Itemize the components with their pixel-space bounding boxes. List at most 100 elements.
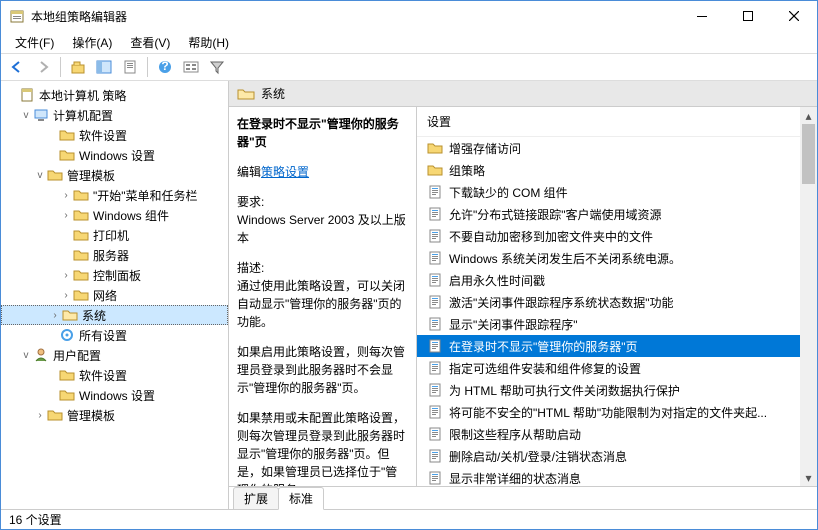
tree-item[interactable]: 软件设置 (1, 365, 228, 385)
scroll-thumb[interactable] (802, 124, 815, 184)
tree-computer-config[interactable]: v 计算机配置 (1, 105, 228, 125)
settings-list-column: 设置 增强存储访问组策略下载缺少的 COM 组件允许"分布式链接跟踪"客户端使用… (417, 107, 817, 486)
list-row[interactable]: 不要自动加密移到加密文件夹中的文件 (417, 225, 817, 247)
list-item-label: 不要自动加密移到加密文件夹中的文件 (449, 228, 653, 245)
setting-icon (427, 338, 443, 354)
list-item-label: 将可能不安全的"HTML 帮助"功能限制为对指定的文件夹起... (449, 404, 767, 421)
close-button[interactable] (771, 1, 817, 31)
list-item-label: 限制这些程序从帮助启动 (449, 426, 581, 443)
tab-standard[interactable]: 标准 (278, 487, 324, 510)
properties-button[interactable] (118, 55, 142, 79)
vertical-scrollbar[interactable]: ▴ ▾ (800, 107, 817, 486)
list-row[interactable]: 启用永久性时间戳 (417, 269, 817, 291)
tree-collapse-icon[interactable]: v (33, 170, 47, 181)
tree-label: Windows 设置 (79, 147, 155, 164)
list-row[interactable]: Windows 系统关闭发生后不关闭系统电源。 (417, 247, 817, 269)
tree-collapse-icon[interactable]: v (19, 110, 33, 121)
scroll-up-icon[interactable]: ▴ (800, 107, 817, 124)
minimize-button[interactable] (679, 1, 725, 31)
list-row[interactable]: 组策略 (417, 159, 817, 181)
menu-action[interactable]: 操作(A) (64, 32, 120, 53)
list-item-label: 删除启动/关机/登录/注销状态消息 (449, 448, 627, 465)
desc-text: 如果禁用或未配置此策略设置，则每次管理员登录到此服务器时显示"管理你的服务器"页… (237, 409, 408, 486)
menu-view[interactable]: 查看(V) (122, 32, 178, 53)
tree-label: 计算机配置 (53, 107, 113, 124)
tree-item[interactable]: 打印机 (1, 225, 228, 245)
folder-icon (73, 267, 89, 283)
tree-expand-icon[interactable]: › (59, 290, 73, 301)
settings-list[interactable]: 增强存储访问组策略下载缺少的 COM 组件允许"分布式链接跟踪"客户端使用域资源… (417, 137, 817, 486)
options-button[interactable] (179, 55, 203, 79)
list-item-label: Windows 系统关闭发生后不关闭系统电源。 (449, 250, 681, 267)
menu-file[interactable]: 文件(F) (7, 32, 62, 53)
scroll-down-icon[interactable]: ▾ (800, 469, 817, 486)
computer-icon (33, 107, 49, 123)
user-icon (33, 347, 49, 363)
tree-item[interactable]: Windows 设置 (1, 385, 228, 405)
tree-system[interactable]: › 系统 (1, 305, 228, 325)
settings-icon (59, 327, 75, 343)
tree-item[interactable]: ›网络 (1, 285, 228, 305)
tree-item[interactable]: 服务器 (1, 245, 228, 265)
content-header: 系统 (229, 81, 817, 107)
folder-icon (73, 187, 89, 203)
back-button[interactable] (5, 55, 29, 79)
tab-extended[interactable]: 扩展 (233, 487, 279, 510)
edit-link-row: 编辑策略设置 (237, 163, 408, 181)
forward-button[interactable] (31, 55, 55, 79)
toolbar-separator (60, 57, 61, 77)
tree-item[interactable]: ›"开始"菜单和任务栏 (1, 185, 228, 205)
tree-label: Windows 组件 (93, 207, 169, 224)
maximize-button[interactable] (725, 1, 771, 31)
tree-expand-icon[interactable]: › (59, 190, 73, 201)
menu-help[interactable]: 帮助(H) (180, 32, 237, 53)
list-row[interactable]: 激活"关闭事件跟踪程序系统状态数据"功能 (417, 291, 817, 313)
list-row[interactable]: 允许"分布式链接跟踪"客户端使用域资源 (417, 203, 817, 225)
folder-icon (73, 247, 89, 263)
tree-pane[interactable]: 本地计算机 策略 v 计算机配置 软件设置 Windows 设置 v 管理模板 … (1, 81, 229, 509)
tree-item[interactable]: ›控制面板 (1, 265, 228, 285)
tree-item[interactable]: › 管理模板 (1, 405, 228, 425)
list-row[interactable]: 下载缺少的 COM 组件 (417, 181, 817, 203)
folder-icon (47, 167, 63, 183)
list-row[interactable]: 显示"关闭事件跟踪程序" (417, 313, 817, 335)
tree-item[interactable]: › Windows 组件 (1, 205, 228, 225)
folder-icon (47, 407, 63, 423)
list-item-label: 为 HTML 帮助可执行文件关闭数据执行保护 (449, 382, 680, 399)
list-row[interactable]: 增强存储访问 (417, 137, 817, 159)
list-row[interactable]: 显示非常详细的状态消息 (417, 467, 817, 486)
tree-root[interactable]: 本地计算机 策略 (1, 85, 228, 105)
list-row[interactable]: 在登录时不显示"管理你的服务器"页 (417, 335, 817, 357)
tree-expand-icon[interactable]: › (59, 210, 73, 221)
help-button[interactable]: ? (153, 55, 177, 79)
up-button[interactable] (66, 55, 90, 79)
folder-open-icon (62, 307, 78, 323)
tree-label: 服务器 (93, 247, 129, 264)
tree-user-config[interactable]: v 用户配置 (1, 345, 228, 365)
tree-item[interactable]: 软件设置 (1, 125, 228, 145)
setting-icon (427, 294, 443, 310)
scroll-track[interactable] (800, 124, 817, 469)
tree-admin-templates[interactable]: v 管理模板 (1, 165, 228, 185)
setting-icon (427, 206, 443, 222)
list-row[interactable]: 为 HTML 帮助可执行文件关闭数据执行保护 (417, 379, 817, 401)
tree-collapse-icon[interactable]: v (19, 350, 33, 361)
folder-icon (73, 207, 89, 223)
list-item-label: 显示"关闭事件跟踪程序" (449, 316, 578, 333)
folder-icon (59, 147, 75, 163)
list-row[interactable]: 删除启动/关机/登录/注销状态消息 (417, 445, 817, 467)
tree-expand-icon[interactable]: › (33, 410, 47, 421)
tree-label: 打印机 (93, 227, 129, 244)
tree-expand-icon[interactable]: › (59, 270, 73, 281)
tree-expand-icon[interactable]: › (48, 310, 62, 321)
list-row[interactable]: 指定可选组件安装和组件修复的设置 (417, 357, 817, 379)
tree-item[interactable]: Windows 设置 (1, 145, 228, 165)
list-row[interactable]: 限制这些程序从帮助启动 (417, 423, 817, 445)
setting-icon (427, 184, 443, 200)
filter-button[interactable] (205, 55, 229, 79)
list-column-header[interactable]: 设置 (417, 107, 817, 137)
show-hide-tree-button[interactable] (92, 55, 116, 79)
tree-all-settings[interactable]: 所有设置 (1, 325, 228, 345)
edit-policy-link[interactable]: 策略设置 (261, 165, 309, 179)
list-row[interactable]: 将可能不安全的"HTML 帮助"功能限制为对指定的文件夹起... (417, 401, 817, 423)
